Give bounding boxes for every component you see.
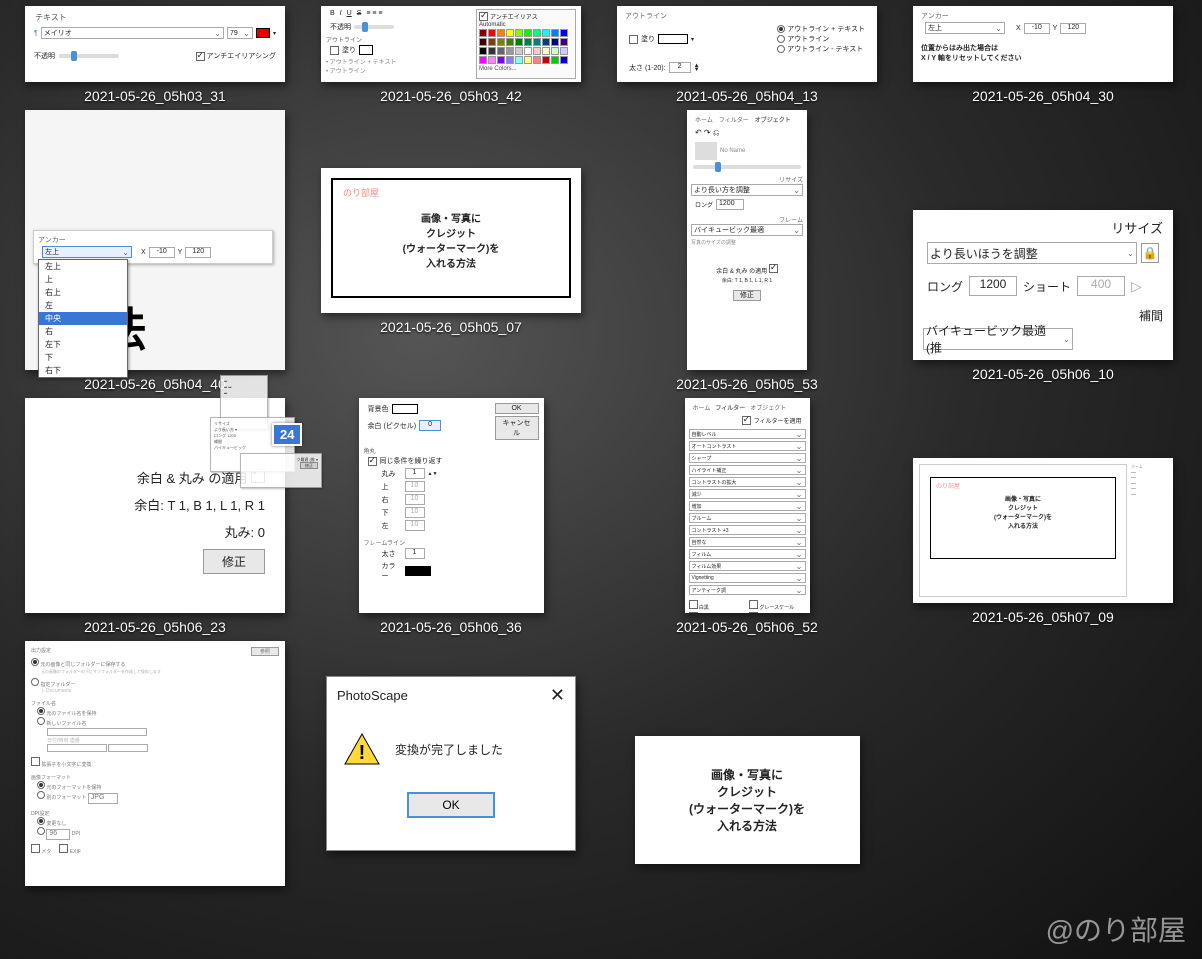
thumbnail-grid: テキスト ¶ メイリオ 79 ▾ 不透明 アンチエイリアシング 2021-05-… [0, 0, 1202, 892]
lock-icon[interactable]: 🔒 [1141, 243, 1159, 263]
anchor-select[interactable]: 左上 [925, 22, 1005, 34]
thumbnail-caption: 2021-05-26_05h04_30 [972, 88, 1114, 104]
font-select[interactable]: メイリオ [41, 27, 224, 39]
watermark-text: @のり部屋 [1046, 909, 1186, 949]
play-icon[interactable]: ▷ [1131, 278, 1142, 295]
thumbnail-caption: 2021-05-26_05h03_42 [380, 88, 522, 104]
thumbnail-cell[interactable]: B I U S ≡ ≡ ≡ 不透明 アウトライン 塗り • アウトライン + テ… [306, 6, 596, 104]
x-input[interactable]: -10 [1024, 23, 1050, 34]
long-input[interactable]: 1200 [969, 276, 1017, 296]
thumbnail-cell[interactable]: し 法 アンカー 左上 X -10 Y 120 左上上右上左 中央 右左下下右下… [10, 110, 300, 392]
thumbnail-cell[interactable]: アウトライン 塗り ▾ アウトライン + テキスト アウトライン アウトライン … [602, 6, 892, 104]
edit-button[interactable]: 修正 [733, 290, 761, 301]
filter-item[interactable]: Vignetting [689, 573, 806, 583]
thumbnail-caption: 2021-05-26_05h06_23 [84, 619, 226, 635]
filter-item[interactable]: フィルム [689, 549, 806, 559]
thumbnail-cell[interactable]: ホームフィルターオブジェクト ↶ ↷ ⎌ No Name リサイズ より長い方を… [602, 110, 892, 392]
ok-button[interactable]: OK [407, 792, 495, 818]
close-icon[interactable]: ✕ [550, 685, 565, 706]
thumbnail-cell[interactable]: ホームフィルターオブジェクト フィルターを適用 自動レベルオートコントラストシャ… [602, 398, 892, 635]
interp-select[interactable]: バイキュービック最適 (推 [923, 328, 1073, 350]
thumbnail-caption: 2021-05-26_05h05_53 [676, 376, 818, 392]
filter-item[interactable]: 自然な [689, 537, 806, 547]
panel-title: テキスト [30, 9, 280, 26]
filter-item[interactable]: アンティーク調 [689, 585, 806, 595]
size-select[interactable]: 79 [227, 27, 253, 39]
color-swatch[interactable] [256, 28, 270, 38]
thumbnail-cell[interactable]: リサイズ より長いほうを調整 🔒 ロング 1200 ショート 400 ▷ 補間 … [898, 110, 1188, 392]
thumbnail-caption: 2021-05-26_05h06_36 [380, 619, 522, 635]
color-palette[interactable] [479, 29, 573, 64]
opacity-slider[interactable] [59, 54, 119, 58]
thumbnail-cell[interactable]: のり部屋 画像・写真にクレジット (ウォーターマーク)を入れる方法 ホーム━━━… [898, 398, 1188, 635]
anchor-dropdown[interactable]: 左上上右上左 中央 右左下下右下 [38, 259, 128, 378]
y-input[interactable]: 120 [1060, 23, 1086, 34]
cancel-button[interactable]: キャンセル [495, 416, 539, 440]
filter-item[interactable]: 増加 [689, 501, 806, 511]
thumbnail-cell[interactable]: PhotoScape ✕ ! 変換が完了しました OK [306, 641, 596, 886]
thumbnail-cell[interactable]: 画像・写真に クレジット (ウォーターマーク)を 入れる方法 [602, 641, 892, 886]
filter-item[interactable]: ハイライト補正 [689, 465, 806, 475]
thumbnail-caption: 2021-05-26_05h06_52 [676, 619, 818, 635]
resize-mode-select[interactable]: より長いほうを調整 [927, 242, 1137, 264]
aa-checkbox[interactable] [196, 52, 205, 61]
filter-item[interactable]: オートコントラスト [689, 441, 806, 451]
filter-item[interactable]: 自動レベル [689, 429, 806, 439]
filter-item[interactable]: 減少 [689, 489, 806, 499]
thumbnail-cell[interactable]: 出力設定参照 元の画像と同じフォルダーに保存する 元の画像のフォルダーの下にサブ… [10, 641, 300, 886]
thumbnail-caption: 2021-05-26_05h06_10 [972, 366, 1114, 382]
thumbnail-caption: 2021-05-26_05h03_31 [84, 88, 226, 104]
filter-item[interactable]: コントラスト +3 [689, 525, 806, 535]
brand-text: のり部屋 [343, 186, 379, 199]
dialog-title: PhotoScape [337, 688, 408, 703]
filter-item[interactable]: フィルム効果 [689, 561, 806, 571]
apply-checkbox[interactable] [251, 469, 265, 483]
filter-item[interactable]: コントラストの拡大 [689, 477, 806, 487]
thumbnail-cell[interactable]: 余白 & 丸み の適用 余白: T 1, B 1, L 1, R 1 丸み: 0… [10, 398, 300, 635]
thumbnail-cell[interactable]: アンカー 左上 X -10 Y 120 位置からはみ出た場合は X / Y 軸を… [898, 6, 1188, 104]
warning-icon: ! [343, 732, 381, 766]
thumbnail-caption: 2021-05-26_05h07_09 [972, 609, 1114, 625]
thumbnail-cell[interactable]: テキスト ¶ メイリオ 79 ▾ 不透明 アンチエイリアシング 2021-05-… [10, 6, 300, 104]
ok-button[interactable]: OK [495, 403, 539, 414]
svg-text:!: ! [359, 742, 366, 764]
thumbnail-caption: 2021-05-26_05h05_07 [380, 319, 522, 335]
filter-item[interactable]: シャープ [689, 453, 806, 463]
thumbnail-cell[interactable]: のり部屋 画像・写真に クレジット (ウォーターマーク)を 入れる方法 2021… [306, 110, 596, 392]
filter-item[interactable]: ブルーム [689, 513, 806, 523]
opacity-label: 不透明 [34, 51, 55, 61]
dialog-message: 変換が完了しました [395, 741, 503, 758]
edit-button[interactable]: 修正 [203, 549, 265, 574]
anchor-select-open[interactable]: 左上 [42, 246, 132, 258]
thickness-input[interactable]: 2 [669, 62, 691, 73]
resize-title: リサイズ [923, 218, 1163, 237]
short-input[interactable]: 400 [1077, 276, 1125, 296]
thumbnail-caption: 2021-05-26_05h04_13 [676, 88, 818, 104]
margin-input[interactable]: 0 [419, 420, 441, 431]
thumbnail-caption: 2021-05-26_05h04_40 [84, 376, 226, 392]
thumbnail-cell[interactable]: 背景色 余白 (ピクセル)0 OK キャンセル 角丸 同じ条件を繰り返す 丸み1… [306, 398, 596, 635]
